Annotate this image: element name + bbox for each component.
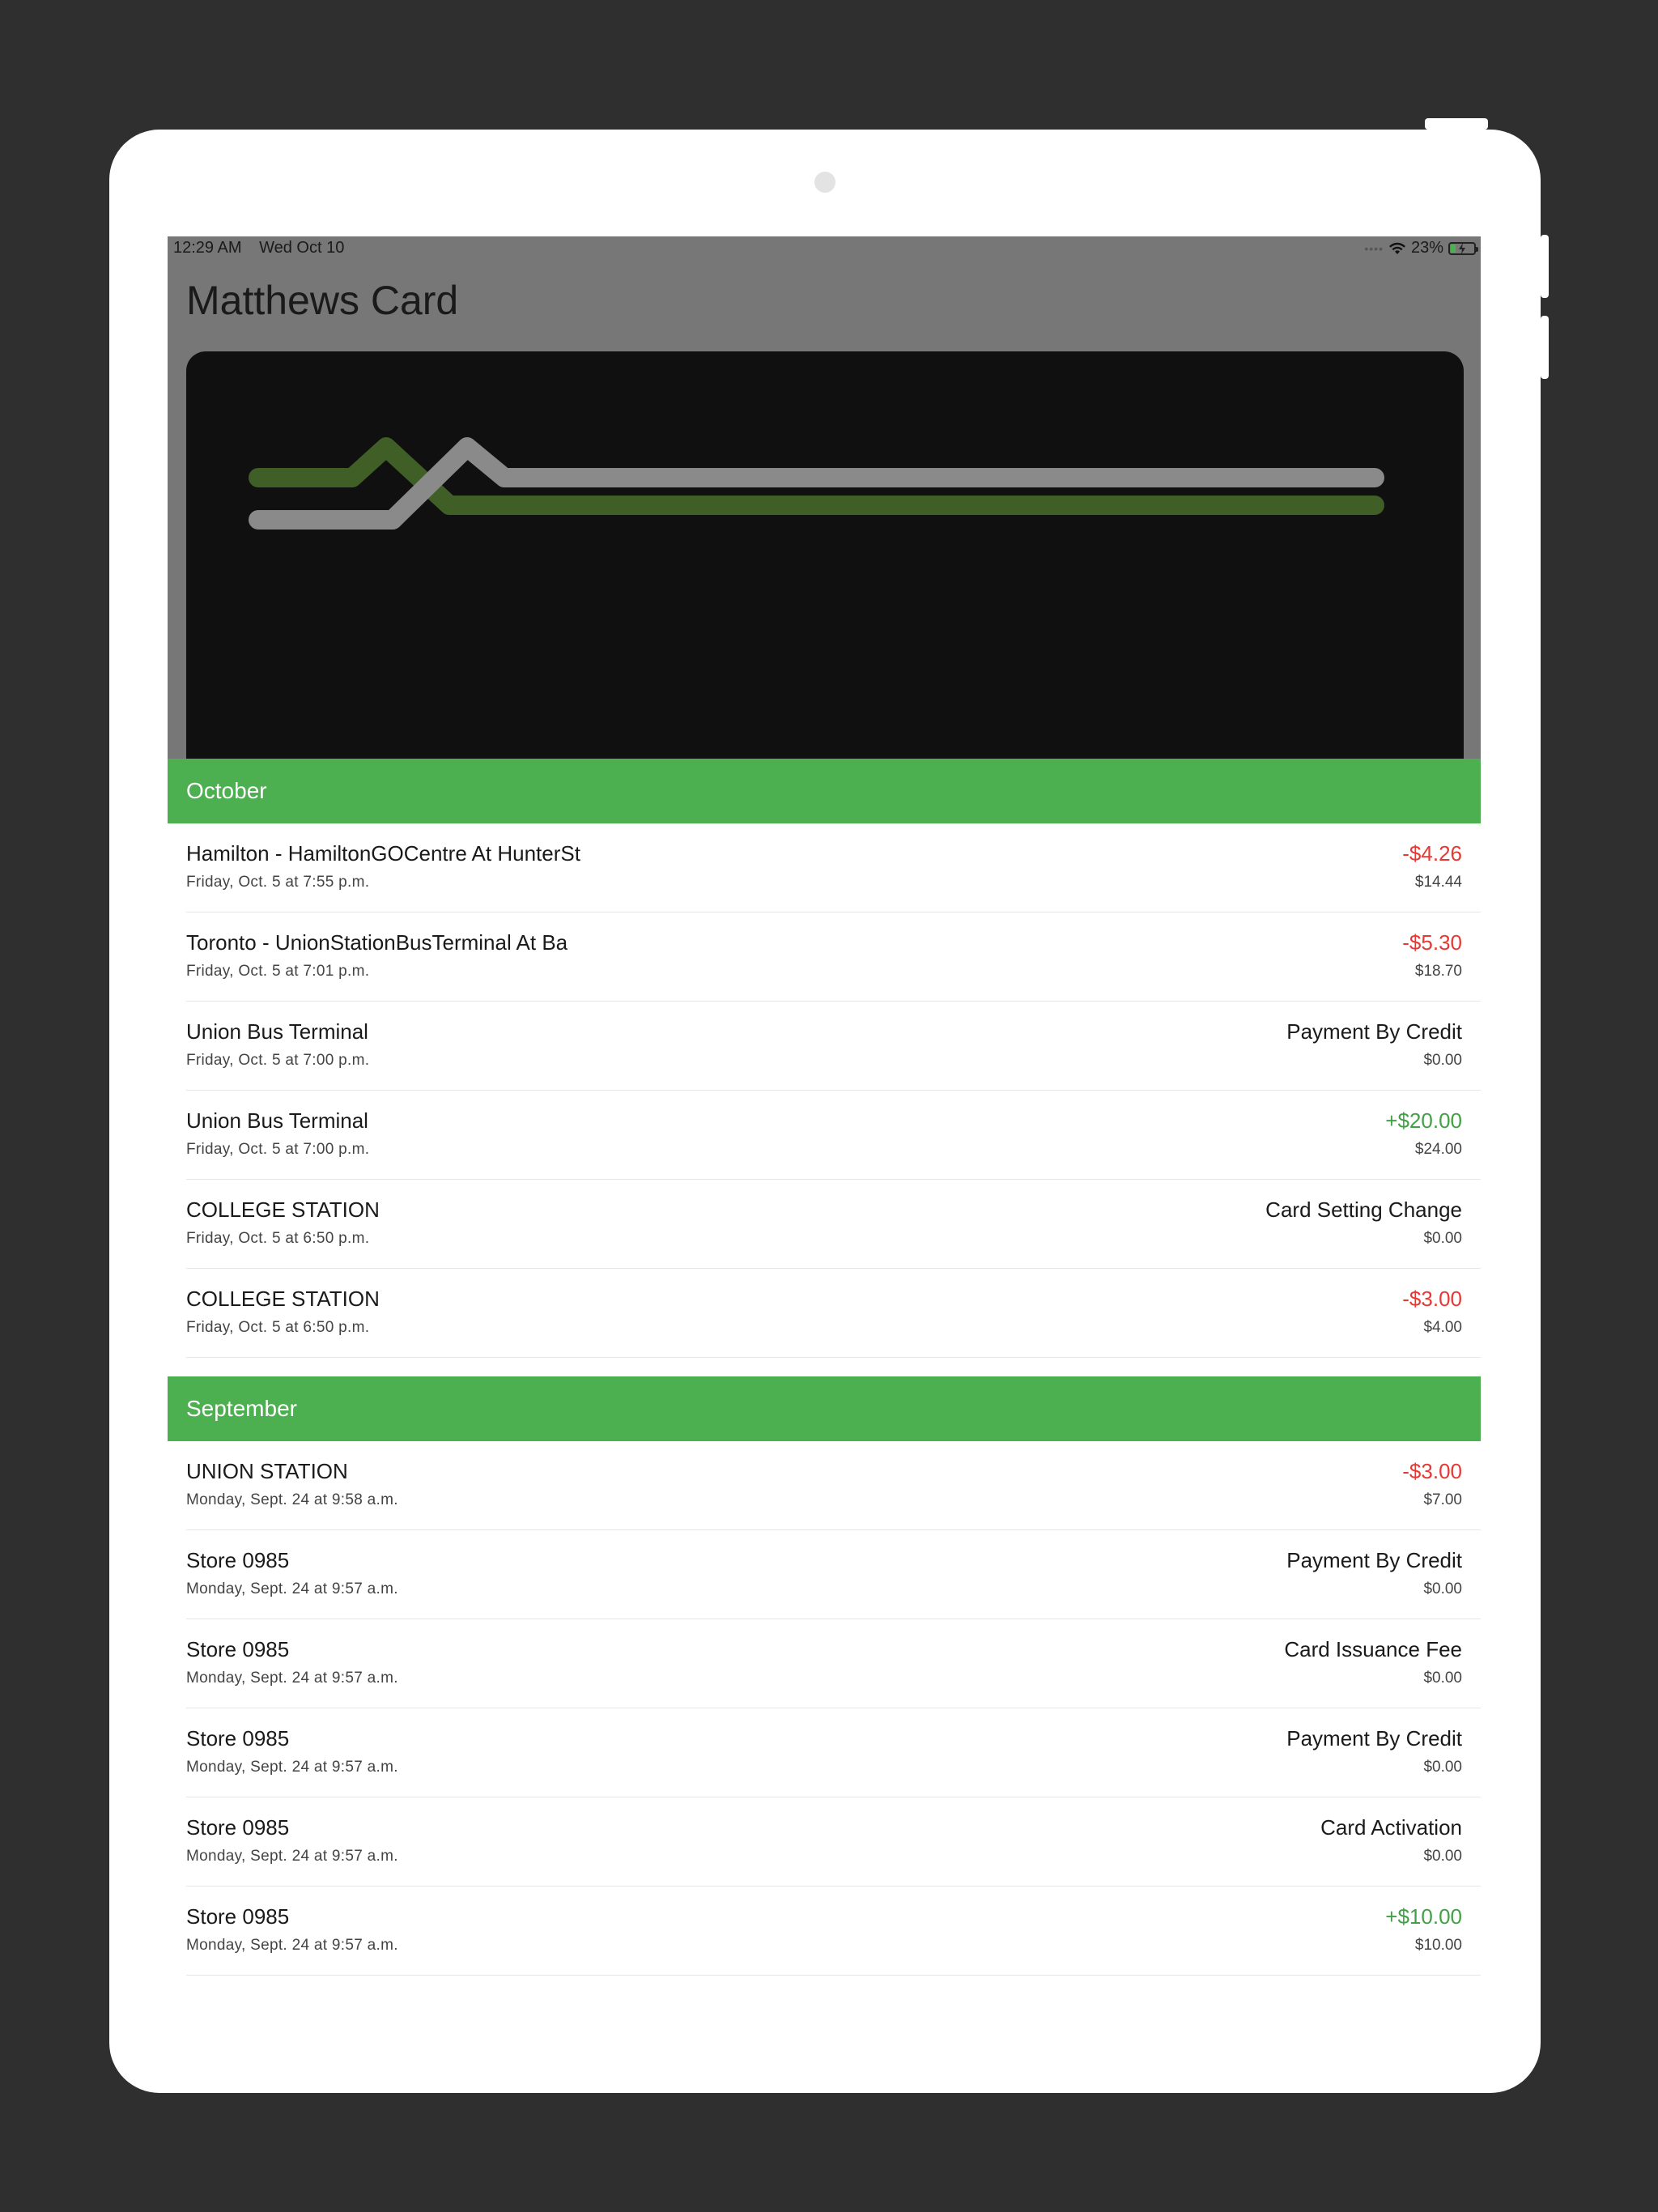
transaction-row[interactable]: UNION STATION Monday, Sept. 24 at 9:58 a.… (186, 1441, 1481, 1530)
transaction-location: COLLEGE STATION (186, 1287, 380, 1311)
charging-bolt-icon (1459, 242, 1465, 254)
transaction-amount: +$10.00 (1385, 1904, 1462, 1929)
transaction-date: Monday, Sept. 24 at 9:57 a.m. (186, 1848, 398, 1865)
transaction-location: COLLEGE STATION (186, 1197, 380, 1222)
transaction-location: Union Bus Terminal (186, 1019, 368, 1044)
transaction-location: Store 0985 (186, 1726, 290, 1750)
status-right: •••• 23% (1364, 239, 1478, 257)
transaction-row[interactable]: Store 0985 Monday, Sept. 24 at 9:57 a.m. C… (186, 1619, 1481, 1708)
transaction-amount: -$4.26 (1402, 841, 1462, 866)
transaction-row[interactable]: Store 0985 Monday, Sept. 24 at 9:57 a.m. C… (186, 1797, 1481, 1887)
top-hardware-button (1425, 118, 1488, 130)
transaction-row[interactable]: Store 0985 Monday, Sept. 24 at 9:57 a.m. +… (186, 1887, 1481, 1976)
status-time: 12:29 AM (173, 239, 242, 257)
battery-percent: 23% (1410, 239, 1443, 257)
transaction-balance: $0.00 (1423, 1580, 1462, 1597)
status-bar: 12:29 AM Wed Oct 10 •••• 23% (168, 236, 1481, 261)
transaction-amount: Payment By Credit (1286, 1019, 1462, 1044)
transaction-balance: $18.70 (1414, 963, 1462, 980)
section-header-september: September (168, 1376, 1481, 1441)
transaction-amount: Card Setting Change (1265, 1197, 1462, 1222)
transaction-balance: $0.00 (1423, 1052, 1462, 1069)
transaction-balance: $0.00 (1423, 1670, 1462, 1687)
transaction-date: Monday, Sept. 24 at 9:57 a.m. (186, 1580, 398, 1597)
transaction-balance: $0.00 (1423, 1848, 1462, 1865)
battery-charging-icon (1448, 241, 1478, 255)
wifi-icon (1388, 242, 1405, 254)
transaction-date: Friday, Oct. 5 at 6:50 p.m. (186, 1230, 370, 1247)
front-camera-icon (814, 172, 835, 193)
transaction-date: Friday, Oct. 5 at 6:50 p.m. (186, 1319, 370, 1336)
transaction-row[interactable]: Union Bus Terminal Friday, Oct. 5 at 7:00… (186, 1091, 1481, 1180)
transaction-location: Store 0985 (186, 1904, 290, 1929)
transaction-amount: -$3.00 (1402, 1287, 1462, 1311)
transaction-location: Toronto - UnionStationBusTerminal At Ba (186, 930, 568, 955)
transaction-date: Friday, Oct. 5 at 7:00 p.m. (186, 1052, 370, 1069)
transaction-date: Monday, Sept. 24 at 9:57 a.m. (186, 1937, 398, 1954)
transaction-location: Store 0985 (186, 1548, 290, 1572)
transit-card[interactable] (186, 351, 1464, 789)
transaction-location: Store 0985 (186, 1815, 290, 1840)
transaction-date: Friday, Oct. 5 at 7:55 p.m. (186, 874, 370, 891)
transaction-date: Monday, Sept. 24 at 9:58 a.m. (186, 1491, 398, 1508)
transaction-date: Monday, Sept. 24 at 9:57 a.m. (186, 1670, 398, 1687)
transaction-list: UNION STATION Monday, Sept. 24 at 9:58 a.… (168, 1441, 1481, 1976)
card-stripes-graphic (249, 437, 1384, 530)
transaction-row[interactable]: COLLEGE STATION Friday, Oct. 5 at 6:50 p.… (186, 1180, 1481, 1269)
transaction-amount: Payment By Credit (1286, 1548, 1462, 1572)
transaction-balance: $4.00 (1423, 1319, 1462, 1336)
transaction-amount: Card Activation (1320, 1815, 1462, 1840)
battery-level (1451, 244, 1456, 253)
transaction-balance: $7.00 (1423, 1491, 1462, 1508)
transaction-date: Friday, Oct. 5 at 7:01 p.m. (186, 963, 370, 980)
transaction-date: Friday, Oct. 5 at 7:00 p.m. (186, 1141, 370, 1158)
transaction-location: Hamilton - HamiltonGOCentre At HunterSt (186, 841, 580, 866)
header-area: 12:29 AM Wed Oct 10 •••• 23% Matthews Ca… (168, 236, 1481, 789)
transaction-amount: +$20.00 (1385, 1108, 1462, 1133)
transaction-amount: Card Issuance Fee (1284, 1637, 1462, 1661)
transaction-amount: Payment By Credit (1286, 1726, 1462, 1750)
section-header-october: October (168, 759, 1481, 823)
transaction-location: UNION STATION (186, 1459, 348, 1483)
transaction-row[interactable]: Toronto - UnionStationBusTerminal At Ba F… (186, 912, 1481, 1002)
transaction-balance: $14.44 (1414, 874, 1462, 891)
transaction-location: Store 0985 (186, 1637, 290, 1661)
transaction-location: Union Bus Terminal (186, 1108, 368, 1133)
transaction-balance: $0.00 (1423, 1230, 1462, 1247)
volume-down-button (1541, 316, 1549, 379)
transaction-balance: $24.00 (1414, 1141, 1462, 1158)
transaction-row[interactable]: Hamilton - HamiltonGOCentre At HunterSt F… (186, 823, 1481, 912)
signal-dots-icon: •••• (1364, 241, 1384, 255)
transaction-date: Monday, Sept. 24 at 9:57 a.m. (186, 1759, 398, 1776)
transaction-row[interactable]: Store 0985 Monday, Sept. 24 at 9:57 a.m. P… (186, 1530, 1481, 1619)
volume-up-button (1541, 235, 1549, 298)
transaction-amount: -$3.00 (1402, 1459, 1462, 1483)
status-left: 12:29 AM Wed Oct 10 (173, 239, 357, 257)
status-date: Wed Oct 10 (259, 239, 345, 257)
app-screen: 12:29 AM Wed Oct 10 •••• 23% Matthews Ca… (168, 236, 1481, 2032)
transaction-row[interactable]: COLLEGE STATION Friday, Oct. 5 at 6:50 p.… (186, 1269, 1481, 1358)
transaction-balance: $0.00 (1423, 1759, 1462, 1776)
transaction-list: Hamilton - HamiltonGOCentre At HunterSt F… (168, 823, 1481, 1358)
transaction-row[interactable]: Store 0985 Monday, Sept. 24 at 9:57 a.m. P… (186, 1708, 1481, 1797)
transaction-amount: -$5.30 (1402, 930, 1462, 955)
page-title: Matthews Card (186, 278, 459, 323)
transaction-row[interactable]: Union Bus Terminal Friday, Oct. 5 at 7:00… (186, 1002, 1481, 1091)
transaction-balance: $10.00 (1414, 1937, 1462, 1954)
